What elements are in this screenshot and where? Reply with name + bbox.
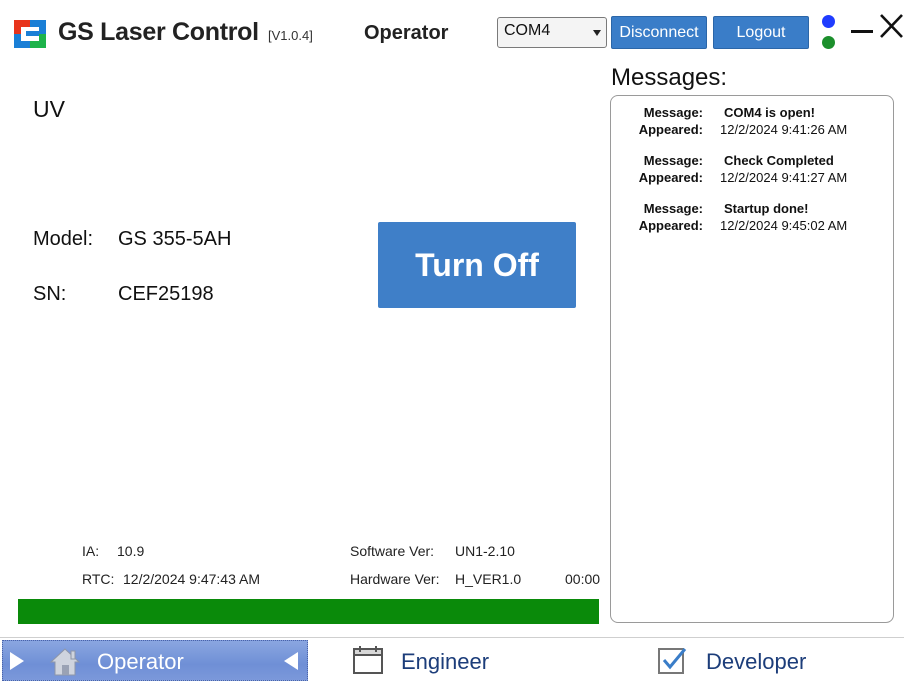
appeared-key: Appeared: xyxy=(638,122,703,137)
software-version-label: Software Ver: xyxy=(350,543,435,559)
tab-engineer[interactable]: Engineer xyxy=(401,649,489,675)
message-key: Message: xyxy=(643,201,703,216)
minimize-icon[interactable] xyxy=(851,30,873,33)
port-select[interactable]: COM4 xyxy=(497,17,607,48)
tab-developer[interactable]: Developer xyxy=(706,649,806,675)
disconnect-button[interactable]: Disconnect xyxy=(611,16,707,49)
sn-value: CEF25198 xyxy=(118,283,214,305)
role-label: Operator xyxy=(364,22,449,44)
status-led-blue xyxy=(822,15,835,28)
message-key: Message: xyxy=(643,153,703,168)
hardware-version-label: Hardware Ver: xyxy=(350,571,440,587)
message-key: Message: xyxy=(643,105,703,120)
ia-value: 10.9 xyxy=(117,543,145,559)
app-version: [V1.0.4] xyxy=(268,28,313,43)
folder-icon[interactable] xyxy=(351,643,385,677)
progress-bar-fill xyxy=(18,599,599,624)
message-item: Message: Check Completed Appeared: 12/2/20… xyxy=(611,153,893,187)
chevron-down-icon xyxy=(593,30,601,36)
hardware-version-value: H_VER1.0 xyxy=(455,571,522,587)
nav-divider xyxy=(0,637,904,638)
port-select-value: COM4 xyxy=(504,22,551,39)
messages-panel[interactable]: Message: COM4 is open! Appeared: 12/2/2024… xyxy=(610,95,894,623)
arrow-left-icon xyxy=(284,652,298,670)
sn-label: SN: xyxy=(33,283,67,305)
logout-button[interactable]: Logout xyxy=(713,16,809,49)
app-title: GS Laser Control xyxy=(58,18,259,46)
appeared-key: Appeared: xyxy=(638,218,703,233)
rtc-label: RTC: xyxy=(82,571,115,587)
software-version-value: UN1-2.10 xyxy=(455,543,515,559)
appeared-key: Appeared: xyxy=(638,170,703,185)
arrow-right-icon xyxy=(10,652,24,670)
ia-label: IA: xyxy=(82,543,100,559)
status-led-green xyxy=(822,36,835,49)
tab-operator-label[interactable]: Operator xyxy=(97,649,184,675)
message-time: 12/2/2024 9:41:27 AM xyxy=(720,170,848,185)
model-label: Model: xyxy=(33,228,94,250)
close-icon[interactable] xyxy=(878,10,904,40)
message-item: Message: COM4 is open! Appeared: 12/2/2024… xyxy=(611,105,893,139)
home-icon xyxy=(49,648,81,676)
gs-logo-icon xyxy=(14,20,46,48)
progress-bar xyxy=(18,599,599,624)
model-value: GS 355-5AH xyxy=(118,228,232,250)
message-text: Startup done! xyxy=(724,201,809,216)
timer-value: 00:00 xyxy=(565,571,601,587)
message-item: Message: Startup done! Appeared: 12/2/2024… xyxy=(611,201,893,235)
messages-title: Messages: xyxy=(611,64,728,91)
turn-off-button[interactable]: Turn Off xyxy=(378,222,576,308)
checkbox-icon[interactable] xyxy=(655,643,689,677)
message-time: 12/2/2024 9:45:02 AM xyxy=(720,218,848,233)
message-time: 12/2/2024 9:41:26 AM xyxy=(720,122,848,137)
message-text: Check Completed xyxy=(724,153,834,168)
rtc-value: 12/2/2024 9:47:43 AM xyxy=(123,571,260,587)
laser-mode-label: UV xyxy=(33,96,65,122)
message-text: COM4 is open! xyxy=(724,105,816,120)
title-bar: GS Laser Control [V1.0.4] Operator COM4 … xyxy=(0,0,904,64)
